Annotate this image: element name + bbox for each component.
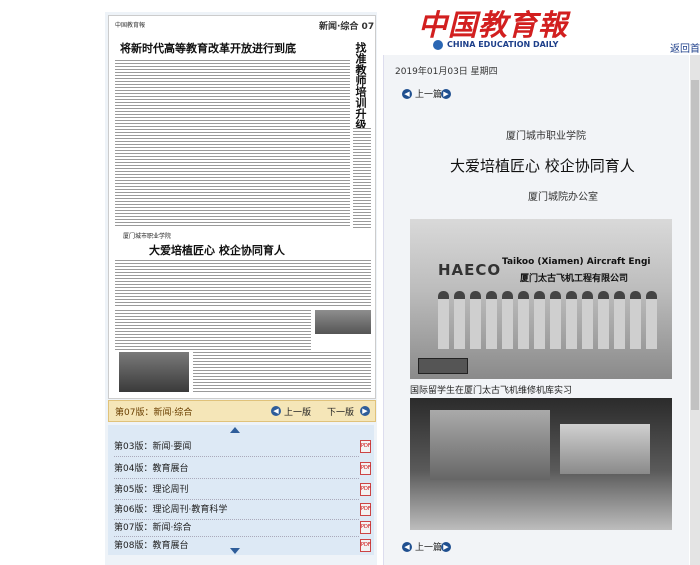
paper-photo bbox=[315, 310, 371, 334]
issue-date: 2019年01月03日 星期四 bbox=[395, 67, 498, 77]
paper-masthead: 中国教育報 bbox=[115, 22, 146, 29]
page-list-label[interactable]: 第08版：教育展台 bbox=[114, 541, 188, 551]
scroll-up-icon[interactable] bbox=[230, 427, 240, 433]
page-list-item[interactable]: 第03版：新闻·要闻 PDF bbox=[114, 439, 371, 456]
paper-section-label: 新闻·综合 07 bbox=[319, 22, 375, 32]
page-list-item[interactable]: 第05版：理论周刊 PDF bbox=[114, 482, 371, 499]
stage-screen bbox=[430, 410, 550, 480]
divider bbox=[114, 456, 359, 457]
scrollbar-thumb[interactable] bbox=[691, 80, 699, 410]
article-photo: HAECO Taikoo (Xiamen) Aircraft Engi 厦门太古… bbox=[410, 219, 672, 379]
next-arrow-icon[interactable]: ▶ bbox=[441, 89, 451, 99]
pdf-icon[interactable]: PDF bbox=[360, 539, 371, 552]
prev-arrow-icon[interactable]: ◀ bbox=[402, 542, 412, 552]
prev-article-link[interactable]: 上一篇 bbox=[415, 87, 442, 100]
person-figure bbox=[566, 291, 577, 349]
stage-screen bbox=[560, 424, 650, 474]
paper-text-block bbox=[115, 260, 371, 308]
person-figure bbox=[438, 291, 449, 349]
site-logo[interactable]: 中国教育報 bbox=[418, 2, 568, 44]
page-list-label[interactable]: 第06版：理论周刊·教育科学 bbox=[114, 505, 227, 515]
edition-bar: 第07版：新闻·综合 ◀ 上一版 下一版 ▶ bbox=[108, 400, 376, 422]
prev-arrow-icon[interactable]: ◀ bbox=[402, 89, 412, 99]
next-page-link[interactable]: 下一版 bbox=[327, 405, 354, 418]
paper-text-block bbox=[115, 60, 350, 228]
person-figure bbox=[502, 291, 513, 349]
page-list-item[interactable]: 第06版：理论周刊·教育科学 PDF bbox=[114, 502, 371, 519]
edition-page-list[interactable]: 第03版：新闻·要闻 PDF 第04版：教育展台 PDF 第05版：理论周刊 PDF … bbox=[108, 425, 374, 555]
site-logo-english: CHINA EDUCATION DAILY bbox=[447, 40, 559, 49]
paper-headline[interactable]: 将新时代高等教育改革开放进行到底 bbox=[113, 40, 303, 56]
page-list-label[interactable]: 第05版：理论周刊 bbox=[114, 485, 188, 495]
person-figure bbox=[534, 291, 545, 349]
person-figure bbox=[598, 291, 609, 349]
photo-logo-text: HAECO bbox=[438, 261, 502, 279]
prev-arrow-icon[interactable]: ◀ bbox=[271, 406, 281, 416]
pdf-icon[interactable]: PDF bbox=[360, 503, 371, 516]
paper-photo bbox=[119, 352, 189, 392]
prev-article-link[interactable]: 上一篇 bbox=[415, 540, 442, 553]
pdf-icon[interactable]: PDF bbox=[360, 521, 371, 534]
article-subtitle: 厦门城市职业学院 bbox=[506, 131, 586, 142]
paper-text-block bbox=[193, 352, 371, 394]
person-figure bbox=[630, 291, 641, 349]
divider bbox=[114, 536, 359, 537]
photo-sign-english: Taikoo (Xiamen) Aircraft Engi bbox=[502, 257, 651, 267]
paper-kicker: 厦门城市职业学院 bbox=[123, 233, 172, 240]
paper-text-block bbox=[115, 310, 311, 350]
photo-sign-chinese: 厦门太古飞机工程有限公司 bbox=[520, 274, 629, 284]
prev-page-link[interactable]: 上一版 bbox=[284, 405, 311, 418]
pdf-icon[interactable]: PDF bbox=[360, 462, 371, 475]
globe-icon bbox=[433, 40, 443, 50]
pdf-icon[interactable]: PDF bbox=[360, 440, 371, 453]
person-figure bbox=[582, 291, 593, 349]
page-list-label[interactable]: 第03版：新闻·要闻 bbox=[114, 442, 191, 452]
article-author: 厦门城院办公室 bbox=[528, 192, 598, 203]
person-figure bbox=[646, 291, 657, 349]
page-list-item[interactable]: 第04版：教育展台 PDF bbox=[114, 461, 371, 478]
page-list-item[interactable]: 第07版：新闻·综合 PDF bbox=[114, 520, 371, 537]
next-arrow-icon[interactable]: ▶ bbox=[360, 406, 370, 416]
photo-caption: 国际留学生在厦门太古飞机维修机库实习 bbox=[410, 386, 573, 396]
divider bbox=[114, 478, 359, 479]
page-list-label[interactable]: 第07版：新闻·综合 bbox=[114, 523, 191, 533]
page-list-label[interactable]: 第04版：教育展台 bbox=[114, 464, 188, 474]
person-figure bbox=[454, 291, 465, 349]
divider bbox=[114, 499, 359, 500]
paper-text-block bbox=[353, 128, 371, 228]
article-photo bbox=[410, 398, 672, 530]
current-edition-label: 第07版：新闻·综合 bbox=[115, 408, 193, 418]
person-figure bbox=[550, 291, 561, 349]
newspaper-page-thumbnail[interactable]: 中国教育報 新闻·综合 07 将新时代高等教育改革开放进行到底 找准教师培训升级… bbox=[108, 15, 376, 399]
article-title: 大爱培植匠心 校企协同育人 bbox=[450, 157, 635, 175]
person-figure bbox=[486, 291, 497, 349]
person-figure bbox=[614, 291, 625, 349]
next-arrow-icon[interactable]: ▶ bbox=[441, 542, 451, 552]
person-figure bbox=[518, 291, 529, 349]
scroll-down-icon[interactable] bbox=[230, 548, 240, 554]
paper-headline[interactable]: 大爱培植匠心 校企协同育人 bbox=[149, 242, 285, 258]
pdf-icon[interactable]: PDF bbox=[360, 483, 371, 496]
share-toolbar[interactable] bbox=[418, 358, 468, 374]
person-figure bbox=[470, 291, 481, 349]
